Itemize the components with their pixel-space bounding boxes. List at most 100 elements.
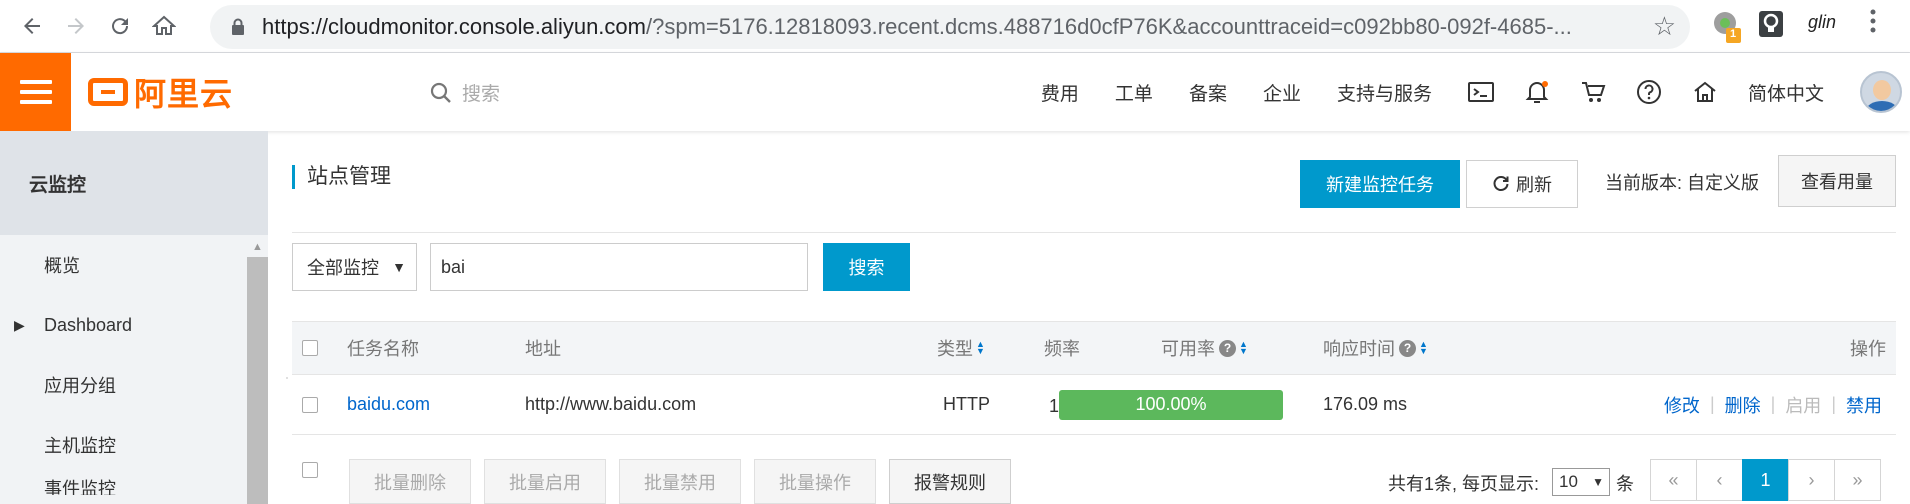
refresh-icon — [1493, 176, 1509, 191]
nav-support[interactable]: 支持与服务 — [1337, 79, 1432, 106]
prev-page-button[interactable]: ‹ — [1696, 459, 1743, 501]
nav-tickets[interactable]: 工单 — [1115, 79, 1153, 106]
separator: | — [1831, 394, 1836, 414]
availability-bar: 100.00% — [1059, 389, 1283, 420]
column-header-actions: 操作 — [1850, 339, 1886, 359]
new-monitor-task-button[interactable]: 新建监控任务 — [1300, 160, 1460, 208]
console-home-icon[interactable] — [1692, 80, 1718, 104]
scroll-up-arrow-icon[interactable]: ▲ — [252, 241, 263, 253]
separator: | — [1770, 394, 1776, 414]
task-name-link[interactable]: baidu.com — [347, 375, 430, 434]
nav-billing[interactable]: 费用 — [1041, 79, 1079, 106]
main-content: 站点管理 新建监控任务 刷新 当前版本: 自定义版 查看用量 全部监控 ▼ ba… — [268, 131, 1910, 504]
sort-icon[interactable]: ▲ ▼ — [1419, 340, 1428, 356]
sidebar-scrollbar[interactable]: ▲ — [247, 235, 268, 504]
search-button[interactable]: 搜索 — [823, 243, 910, 291]
lock-icon — [224, 18, 252, 36]
avatar[interactable] — [1860, 71, 1902, 113]
dropdown-arrow-icon: ▼ — [1592, 475, 1604, 489]
select-all-checkbox[interactable] — [302, 340, 318, 356]
sidebar-title: 云监控 — [0, 131, 268, 235]
sort-icon[interactable]: ▲ ▼ — [1239, 340, 1248, 356]
next-page-button[interactable]: › — [1788, 459, 1835, 501]
browser-toolbar: https://cloudmonitor.console.aliyun.com/… — [0, 0, 1910, 53]
caret-right-icon: ▶ — [14, 316, 25, 333]
address-bar[interactable]: https://cloudmonitor.console.aliyun.com/… — [210, 5, 1690, 49]
scrollbar-thumb[interactable] — [247, 257, 268, 504]
sidebar: 云监控 概览 ▶ Dashboard 应用分组 主机监控 事件监控 ▲ — [0, 131, 268, 504]
column-header-name: 任务名称 — [347, 339, 419, 359]
refresh-button[interactable]: 刷新 — [1466, 160, 1578, 208]
dropdown-arrow-icon: ▼ — [392, 259, 406, 275]
current-version-label: 当前版本: 自定义版 — [1605, 173, 1760, 193]
pagination-summary: 共有1条, 每页显示: — [1388, 474, 1540, 494]
delete-link[interactable]: 删除 — [1725, 392, 1761, 418]
column-header-response-time[interactable]: 响应时间 ? ▲ ▼ — [1323, 322, 1428, 374]
terminal-icon[interactable] — [1467, 81, 1494, 103]
back-arrow-icon[interactable] — [12, 6, 52, 46]
view-usage-button[interactable]: 查看用量 — [1778, 155, 1896, 207]
bulk-enable-button[interactable]: 批量启用 — [484, 459, 606, 504]
nav-icp-filing[interactable]: 备案 — [1189, 79, 1227, 106]
column-header-type[interactable]: 类型 ▲ ▼ — [937, 322, 985, 374]
sidebar-item-dashboard[interactable]: ▶ Dashboard — [0, 295, 268, 355]
bookmark-star-icon[interactable]: ☆ — [1653, 11, 1676, 42]
page-size-select[interactable]: 10 ▼ — [1552, 468, 1610, 496]
help-circle-icon[interactable]: ? — [1219, 339, 1236, 357]
task-type: HTTP — [943, 394, 990, 414]
column-header-address: 地址 — [525, 339, 561, 359]
disable-link[interactable]: 禁用 — [1846, 392, 1882, 418]
page-title: 站点管理 — [292, 165, 391, 189]
pagination-suffix: 条 — [1616, 474, 1634, 494]
url-text: https://cloudmonitor.console.aliyun.com/… — [262, 14, 1572, 39]
home-icon[interactable] — [144, 6, 184, 46]
row-checkbox[interactable] — [302, 396, 318, 413]
profile-signature[interactable]: glin — [1808, 12, 1836, 33]
current-page-button[interactable]: 1 — [1742, 459, 1789, 501]
first-page-button[interactable]: « — [1650, 459, 1697, 501]
enable-link[interactable]: 启用 — [1785, 392, 1821, 418]
monitor-scope-select[interactable]: 全部监控 ▼ — [292, 243, 417, 291]
table-row: baidu.com http://www.baidu.com HTTP 1分钟 … — [292, 375, 1896, 435]
table-header: 任务名称 地址 类型 ▲ ▼ 频率 可用率 ? ▲ ▼ 响应时间 ? ▲ ▼ 操作 — [292, 321, 1896, 375]
forward-arrow-icon[interactable] — [56, 6, 96, 46]
aliyun-logo-mark-icon — [88, 78, 128, 106]
bulk-disable-button[interactable]: 批量禁用 — [619, 459, 741, 504]
task-address: http://www.baidu.com — [525, 394, 697, 414]
column-header-frequency: 频率 — [1044, 339, 1080, 359]
sort-icon[interactable]: ▲ ▼ — [976, 340, 985, 356]
divider — [292, 232, 1896, 233]
bulk-operate-button[interactable]: 批量操作 — [754, 459, 876, 504]
sidebar-item-overview[interactable]: 概览 — [0, 235, 268, 295]
shopping-cart-icon[interactable] — [1580, 80, 1606, 104]
search-input[interactable]: bai — [430, 243, 808, 291]
hamburger-menu-icon[interactable] — [0, 53, 71, 131]
reload-icon[interactable] — [100, 6, 140, 46]
nav-enterprise[interactable]: 企业 — [1263, 79, 1301, 106]
extension-badge: 1 — [1730, 28, 1737, 40]
browser-menu-icon[interactable] — [1868, 6, 1878, 36]
column-header-availability[interactable]: 可用率 ? ▲ ▼ — [1161, 322, 1248, 374]
sidebar-item-app-groups[interactable]: 应用分组 — [0, 355, 268, 415]
top-navigation: 费用 工单 备案 企业 支持与服务 简体中文 — [1041, 53, 1910, 131]
aliyun-logo[interactable]: 阿里云 — [88, 70, 233, 114]
bulk-delete-button[interactable]: 批量删除 — [349, 459, 471, 504]
bulk-select-checkbox[interactable] — [302, 461, 318, 478]
sidebar-item-host-monitoring[interactable]: 主机监控 — [0, 415, 268, 475]
separator: | — [1709, 394, 1715, 414]
help-circle-icon[interactable]: ? — [1399, 339, 1416, 357]
search-icon — [430, 82, 451, 103]
console-search[interactable]: 搜索 — [430, 79, 500, 106]
edit-link[interactable]: 修改 — [1664, 392, 1700, 418]
row-actions: 修改 | 删除 | 启用 | 禁用 — [1664, 375, 1882, 434]
notification-bell-icon[interactable] — [1524, 79, 1550, 105]
last-page-button[interactable]: » — [1834, 459, 1881, 501]
language-switch[interactable]: 简体中文 — [1748, 79, 1824, 106]
response-time: 176.09 ms — [1323, 394, 1408, 414]
lightbulb-extension-icon[interactable] — [1757, 8, 1785, 40]
pagination: « ‹ 1 › » — [1650, 459, 1881, 501]
help-icon[interactable] — [1636, 79, 1662, 105]
extension-icon[interactable]: 1 — [1712, 8, 1742, 44]
alarm-rules-button[interactable]: 报警规则 — [889, 459, 1011, 504]
sidebar-item-event-monitoring[interactable]: 事件监控 — [0, 475, 268, 495]
